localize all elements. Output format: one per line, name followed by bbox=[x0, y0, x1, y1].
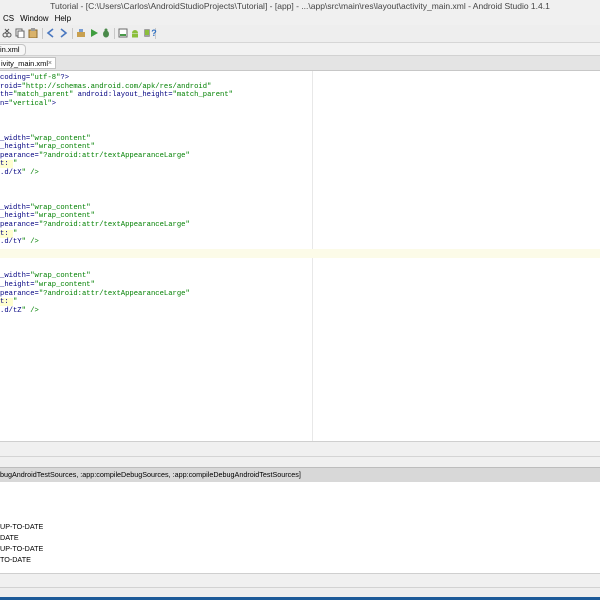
android-icon[interactable] bbox=[130, 28, 140, 38]
run-icon[interactable] bbox=[89, 28, 99, 38]
code-line: th="match_parent" android:layout_height=… bbox=[0, 91, 233, 100]
code-line: _width="wrap_content" bbox=[0, 272, 91, 281]
code-editor[interactable]: coding="utf-8"?> roid="http://schemas.and… bbox=[0, 71, 600, 441]
toolbar-separator bbox=[72, 28, 73, 39]
code-line: .d/tX" /> bbox=[0, 168, 39, 177]
window-title: Tutorial - [C:\Users\Carlos\AndroidStudi… bbox=[50, 1, 550, 11]
code-line: _height="wrap_content" bbox=[0, 281, 95, 290]
message-line: TO-DATE bbox=[0, 555, 31, 564]
code-line: _width="wrap_content" bbox=[0, 203, 91, 212]
tab-activity-main[interactable]: ivity_main.xml × bbox=[0, 57, 56, 69]
code-line: pearance="?android:attr/textAppearanceLa… bbox=[0, 289, 190, 298]
code-line: t: " bbox=[0, 160, 18, 169]
messages-header[interactable]: bugAndroidTestSources, :app:compileDebug… bbox=[0, 467, 600, 483]
debug-icon[interactable] bbox=[101, 28, 111, 38]
code-line: .d/tZ" /> bbox=[0, 306, 39, 315]
cut-icon[interactable] bbox=[2, 28, 12, 38]
tool-window-bar bbox=[0, 573, 600, 587]
navigation-bar: in.xml bbox=[0, 43, 600, 56]
menu-bar: CS Window Help bbox=[0, 13, 600, 25]
help-icon[interactable]: ? bbox=[149, 28, 159, 38]
code-line: roid="http://schemas.android.com/apk/res… bbox=[0, 82, 212, 91]
tab-label: ivity_main.xml bbox=[1, 59, 49, 68]
back-icon[interactable] bbox=[46, 28, 56, 38]
toolbar-separator bbox=[42, 28, 43, 39]
message-line: UP-TO-DATE bbox=[0, 522, 44, 531]
code-line: .d/tY" /> bbox=[0, 238, 39, 247]
window-title-bar: Tutorial - [C:\Users\Carlos\AndroidStudi… bbox=[0, 0, 600, 13]
breadcrumb-file[interactable]: in.xml bbox=[0, 44, 26, 56]
code-line: _width="wrap_content" bbox=[0, 134, 91, 143]
tool-window-toolbar bbox=[0, 457, 600, 467]
editor-tab-strip: ivity_main.xml × bbox=[0, 56, 600, 71]
menu-item-help[interactable]: Help bbox=[52, 13, 74, 25]
copy-icon[interactable] bbox=[15, 28, 25, 39]
build-icon[interactable] bbox=[76, 28, 86, 38]
code-line: pearance="?android:attr/textAppearanceLa… bbox=[0, 151, 190, 160]
toolbar-separator bbox=[114, 28, 115, 39]
code-line: _height="wrap_content" bbox=[0, 143, 95, 152]
menu-item-window[interactable]: Window bbox=[17, 13, 51, 25]
code-line: t: " bbox=[0, 229, 18, 238]
tool-window-strip bbox=[0, 442, 600, 457]
messages-header-text: bugAndroidTestSources, :app:compileDebug… bbox=[0, 470, 301, 479]
message-line: UP-TO-DATE bbox=[0, 544, 44, 553]
forward-icon[interactable] bbox=[58, 28, 68, 38]
code-line: t: " bbox=[0, 298, 18, 307]
code-line: pearance="?android:attr/textAppearanceLa… bbox=[0, 220, 190, 229]
messages-panel: UP-TO-DATE DATE UP-TO-DATE TO-DATE bbox=[0, 482, 600, 572]
close-icon[interactable]: × bbox=[48, 58, 52, 70]
code-line: coding="utf-8"?> bbox=[0, 74, 70, 82]
code-content: coding="utf-8"?> roid="http://schemas.and… bbox=[0, 74, 233, 315]
code-line: _height="wrap_content" bbox=[0, 212, 95, 221]
paste-icon[interactable] bbox=[28, 28, 38, 39]
menu-item-cs[interactable]: CS bbox=[0, 13, 17, 25]
main-toolbar: ? bbox=[0, 25, 600, 43]
code-line: n="vertical"> bbox=[0, 99, 57, 108]
message-line: DATE bbox=[0, 533, 19, 542]
sdk-manager-icon[interactable] bbox=[118, 28, 128, 38]
